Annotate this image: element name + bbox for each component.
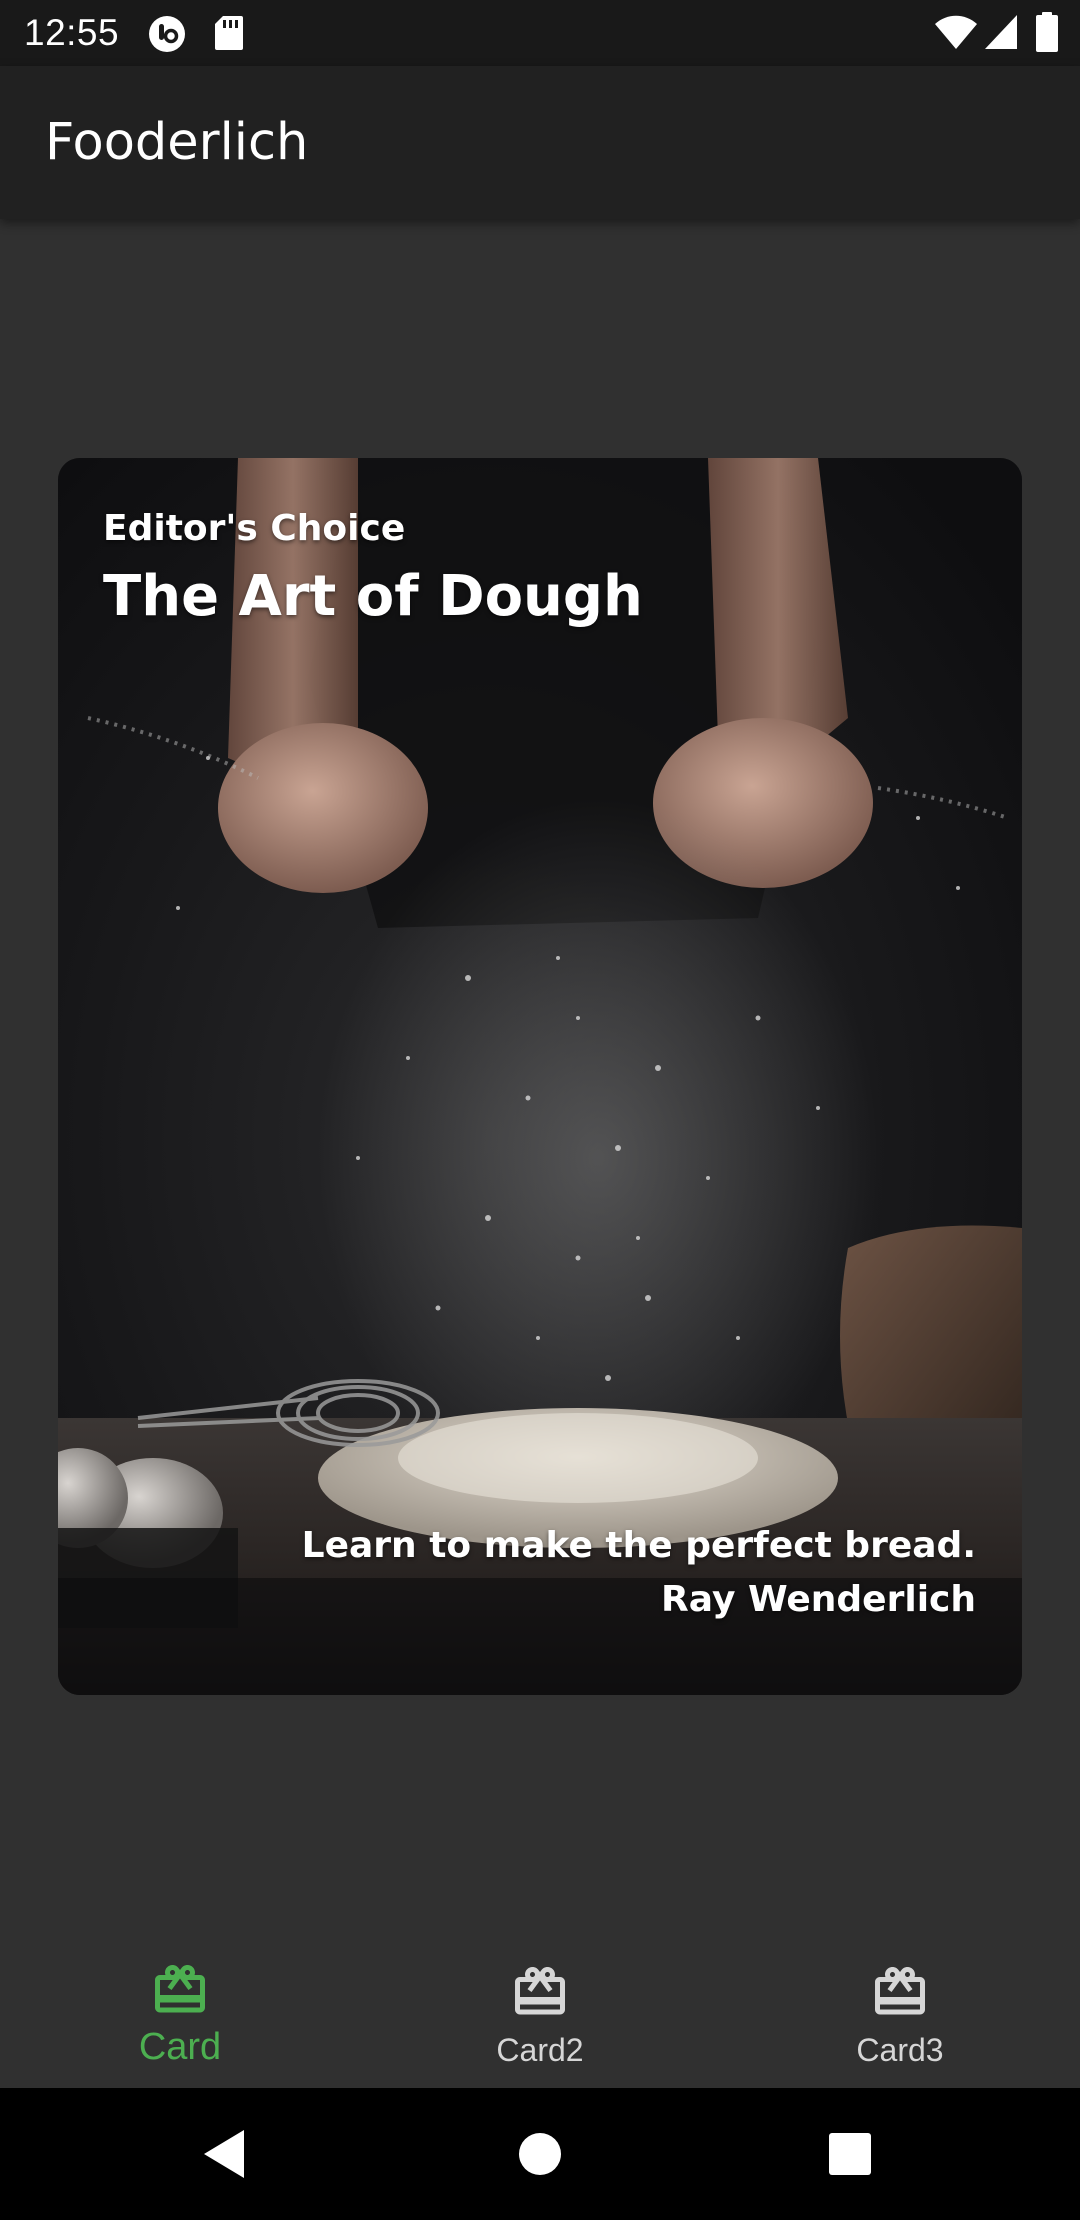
bottom-navigation-bar: Card Card2 Card3 — [0, 1910, 1080, 2088]
wifi-icon — [934, 14, 978, 54]
card-background-image — [58, 458, 1022, 1695]
status-bar: 12:55 — [0, 0, 1080, 66]
recents-icon[interactable] — [820, 2124, 880, 2184]
card-giftcard-icon — [515, 1967, 565, 2015]
notification-badge-icon — [148, 15, 186, 57]
system-navigation-bar — [0, 2088, 1080, 2220]
nav-label-card: Card — [138, 2026, 222, 2068]
back-icon[interactable] — [196, 2124, 256, 2184]
app-bar: Fooderlich — [0, 66, 1080, 219]
card-title: The Art of Dough — [103, 564, 643, 629]
nav-item-card2[interactable]: Card2 — [360, 1910, 720, 2088]
battery-icon — [1036, 12, 1058, 56]
card-giftcard-icon — [155, 1965, 205, 2013]
card-subtitle: Editor's Choice — [103, 508, 406, 549]
home-icon[interactable] — [510, 2124, 570, 2184]
nav-item-card[interactable]: Card — [0, 1910, 360, 2088]
sd-card-icon — [214, 15, 244, 55]
nav-item-card3[interactable]: Card3 — [720, 1910, 1080, 2088]
nav-label-card3: Card3 — [856, 2032, 944, 2068]
featured-card[interactable]: Editor's Choice The Art of Dough Learn t… — [58, 458, 1022, 1695]
nav-label-card2: Card2 — [496, 2032, 584, 2068]
app-title: Fooderlich — [45, 113, 309, 172]
card-author: Ray Wenderlich — [661, 1579, 976, 1620]
card-description: Learn to make the perfect bread. — [301, 1525, 976, 1566]
app-screen: 12:55 Fooderlich Editor's Choice The Art… — [0, 0, 1080, 2220]
status-time: 12:55 — [24, 12, 120, 53]
signal-icon — [984, 14, 1018, 54]
card-giftcard-icon — [875, 1967, 925, 2015]
